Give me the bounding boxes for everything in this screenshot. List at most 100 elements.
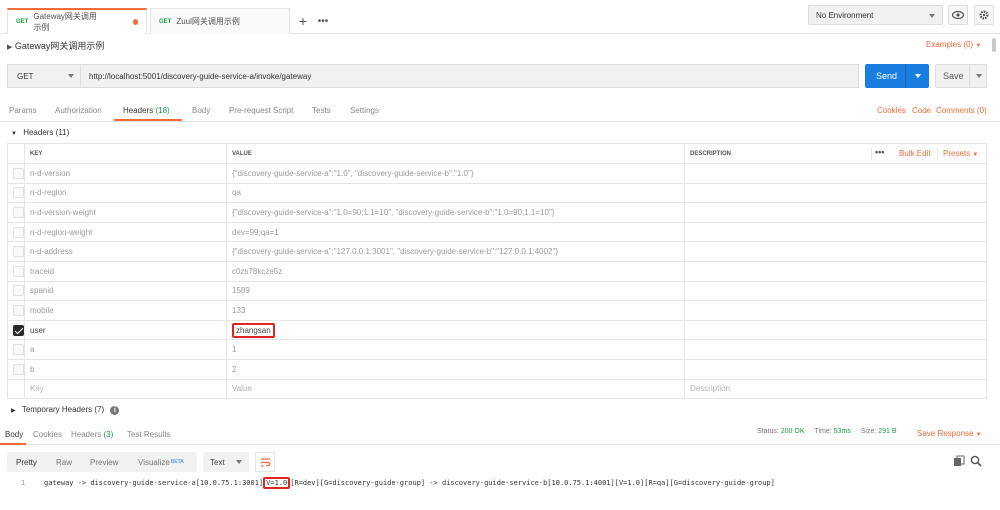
value-cell[interactable]: {"discovery-guide-service-a":"1.0=90;1.1… (226, 202, 685, 223)
eye-icon[interactable] (948, 5, 968, 25)
checkbox-cell[interactable] (7, 300, 25, 321)
checkbox-cell[interactable] (7, 339, 25, 360)
row-checkbox-checked[interactable] (13, 324, 24, 336)
key-cell[interactable]: a (24, 339, 227, 360)
tab-prerequest-script[interactable]: Pre-request Script (229, 106, 293, 115)
description-cell[interactable] (684, 260, 987, 282)
tab-authorization[interactable]: Authorization (55, 106, 102, 115)
code-link[interactable]: Code (912, 106, 931, 115)
tab-body[interactable]: Body (192, 106, 210, 115)
row-checkbox[interactable] (13, 226, 24, 238)
description-cell[interactable] (684, 319, 987, 341)
row-checkbox[interactable] (13, 187, 24, 199)
more-ellipsis-icon[interactable]: ••• (875, 147, 884, 157)
comments-link[interactable]: Comments (0) (936, 106, 987, 115)
description-cell[interactable] (684, 182, 987, 204)
view-pretty[interactable]: Pretty (16, 452, 37, 472)
row-checkbox[interactable] (13, 344, 24, 356)
bulk-edit-link[interactable]: Bulk Edit (899, 149, 931, 158)
gear-icon[interactable] (974, 5, 994, 25)
chevron-down-icon[interactable] (915, 74, 921, 78)
environment-select[interactable]: No Environment (808, 5, 943, 25)
row-checkbox[interactable] (13, 304, 24, 316)
row-checkbox[interactable] (13, 285, 24, 297)
value-cell[interactable]: {"discovery-guide-service-a":"127.0.0.1:… (226, 241, 685, 262)
examples-dropdown[interactable]: Examples (0) ▼ (926, 40, 981, 49)
tab-params[interactable]: Params (9, 106, 37, 115)
value-cell[interactable]: qa (226, 182, 685, 204)
cookies-link[interactable]: Cookies (877, 106, 906, 115)
chevron-down-icon[interactable] (976, 74, 982, 78)
value-cell[interactable]: zhangsan (226, 319, 685, 341)
temporary-headers-toggle[interactable]: ▶ Temporary Headers (7) i (11, 405, 120, 415)
request-tab-gateway[interactable]: GET Gateway网关调用示例 (7, 8, 147, 34)
view-visualize[interactable]: Visualize BETA (138, 452, 184, 472)
format-select[interactable]: Text (203, 452, 249, 472)
key-cell[interactable]: n-d-version-weight (24, 202, 227, 223)
value-cell[interactable]: 1589 (226, 280, 685, 302)
description-placeholder[interactable]: Description (684, 378, 987, 400)
row-checkbox[interactable] (13, 265, 24, 277)
headers-section-toggle[interactable]: ▼ Headers (11) (11, 128, 69, 137)
tab-more-ellipsis-icon[interactable]: ••• (314, 12, 332, 30)
description-cell[interactable] (684, 163, 987, 184)
save-response-dropdown[interactable]: Save Response ▼ (917, 429, 982, 438)
value-cell[interactable]: 1 (226, 339, 685, 360)
response-body[interactable]: gateway -> discovery-guide-service-a[10.… (44, 476, 775, 490)
key-cell[interactable]: n-d-version (24, 163, 227, 184)
tab-tests[interactable]: Tests (312, 106, 331, 115)
key-cell[interactable]: mobile (24, 300, 227, 321)
search-icon[interactable] (970, 455, 982, 467)
scrollbar[interactable] (992, 38, 996, 52)
info-icon[interactable]: i (110, 406, 120, 415)
presets-dropdown[interactable]: Presets ▼ (943, 149, 978, 158)
description-cell[interactable] (684, 339, 987, 360)
tab-headers[interactable]: Headers (18) (123, 106, 170, 115)
checkbox-cell[interactable] (7, 319, 25, 341)
copy-icon[interactable] (953, 455, 965, 467)
request-tab-zuul[interactable]: GET Zuul网关调用示例 (150, 8, 290, 34)
wrap-lines-icon[interactable] (255, 452, 275, 472)
description-cell[interactable] (684, 221, 987, 243)
url-input[interactable]: http://localhost:5001/discovery-guide-se… (80, 64, 859, 88)
value-cell[interactable]: {"discovery-guide-service-a":"1.0", "dis… (226, 163, 685, 184)
value-cell[interactable]: 2 (226, 358, 685, 380)
view-raw[interactable]: Raw (56, 452, 72, 472)
response-tab-test-results[interactable]: Test Results (127, 430, 171, 439)
key-cell[interactable]: n-d-address (24, 241, 227, 262)
key-cell[interactable]: b (24, 358, 227, 380)
value-cell[interactable]: c0zs78kcze5z (226, 260, 685, 282)
checkbox-cell[interactable] (7, 221, 25, 243)
checkbox-cell[interactable] (7, 182, 25, 204)
checkbox-cell[interactable] (7, 202, 25, 223)
response-tab-headers[interactable]: Headers (3) (71, 430, 113, 439)
key-cell[interactable]: n-d-region-weight (24, 221, 227, 243)
key-cell[interactable]: traceid (24, 260, 227, 282)
response-tab-cookies[interactable]: Cookies (33, 430, 62, 439)
save-button[interactable]: Save (935, 64, 987, 88)
description-cell[interactable] (684, 300, 987, 321)
row-checkbox[interactable] (13, 363, 24, 375)
key-cell[interactable]: user (24, 319, 227, 341)
value-cell[interactable]: 133 (226, 300, 685, 321)
key-placeholder[interactable]: Key (24, 378, 227, 400)
checkbox-cell[interactable] (7, 163, 25, 184)
value-placeholder[interactable]: Value (226, 378, 685, 400)
key-cell[interactable]: n-d-region (24, 182, 227, 204)
send-button[interactable]: Send (865, 64, 929, 88)
view-preview[interactable]: Preview (90, 452, 118, 472)
row-checkbox[interactable] (13, 246, 24, 258)
description-cell[interactable] (684, 280, 987, 302)
checkbox-cell[interactable] (7, 241, 25, 262)
description-cell[interactable] (684, 241, 987, 262)
checkbox-cell[interactable] (7, 358, 25, 380)
checkbox-cell[interactable] (7, 280, 25, 302)
response-tab-body[interactable]: Body (5, 430, 23, 439)
add-tab-plus-icon[interactable]: + (294, 12, 312, 30)
tab-settings[interactable]: Settings (350, 106, 379, 115)
method-select[interactable]: GET (7, 64, 80, 88)
request-name[interactable]: ▶ Gateway网关调用示例 (7, 39, 104, 52)
checkbox-cell[interactable] (7, 260, 25, 282)
row-checkbox[interactable] (13, 167, 24, 179)
description-cell[interactable] (684, 202, 987, 223)
